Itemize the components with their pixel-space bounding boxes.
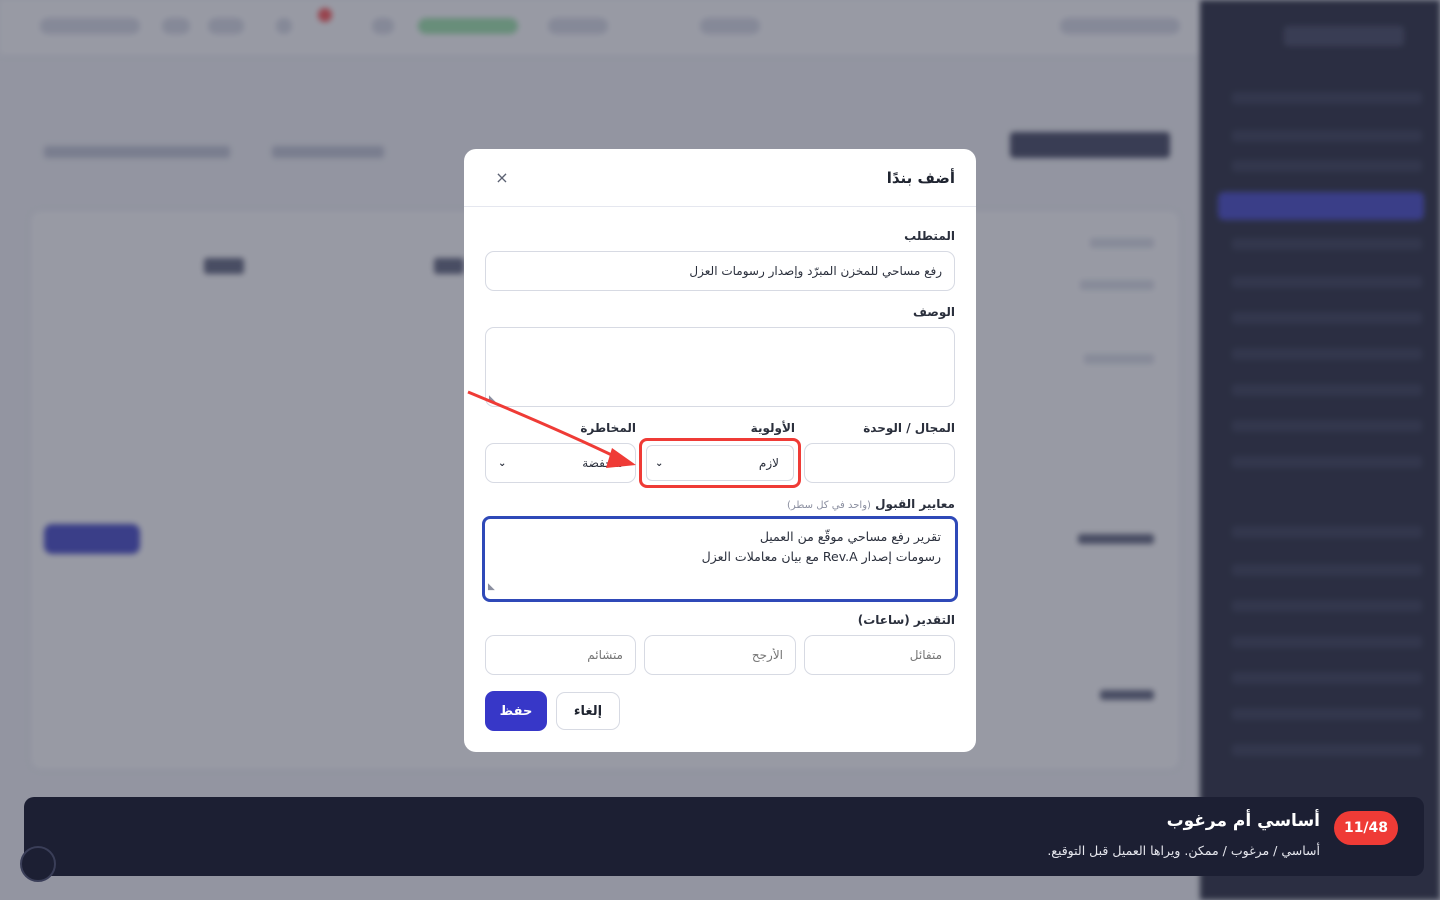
- modal-title: أضف بندًا: [886, 168, 955, 187]
- tour-bar: 11/48 أساسي أم مرغوب أساسي / مرغوب / ممك…: [24, 797, 1424, 876]
- risk-value: منخفضة: [582, 456, 623, 470]
- description-textarea[interactable]: ◢: [485, 327, 955, 407]
- modal-header: أضف بندًا ×: [464, 149, 976, 207]
- requirement-input[interactable]: رفع مساحي للمخزن المبرّد وإصدار رسومات ا…: [485, 251, 955, 291]
- acceptance-textarea[interactable]: تقرير رفع مساحي موقّع من العميل رسومات إ…: [482, 516, 958, 602]
- priority-value: لازم: [758, 456, 779, 470]
- risk-select[interactable]: منخفضة ⌄: [485, 443, 636, 483]
- acceptance-label-text: معايير القبول: [875, 497, 955, 511]
- close-icon[interactable]: ×: [492, 168, 512, 188]
- save-button[interactable]: حفظ: [485, 691, 547, 731]
- priority-select[interactable]: لازم ⌄: [646, 445, 794, 481]
- acceptance-label: معايير القبول (واحد في كل سطر): [787, 497, 955, 511]
- estimate-pessimistic-input[interactable]: [485, 635, 636, 675]
- resize-handle-icon[interactable]: ◢: [488, 577, 495, 597]
- domain-unit-input[interactable]: [804, 443, 955, 483]
- domain-unit-label: المجال / الوحدة: [863, 421, 955, 435]
- description-label: الوصف: [912, 305, 955, 319]
- estimate-optimistic-input[interactable]: [804, 635, 955, 675]
- tour-step-badge: 11/48: [1334, 811, 1398, 845]
- acceptance-line-1: تقرير رفع مساحي موقّع من العميل: [759, 529, 941, 544]
- risk-label: المخاطرة: [580, 421, 636, 435]
- acceptance-hint: (واحد في كل سطر): [787, 500, 871, 511]
- estimate-likely-input[interactable]: [644, 635, 796, 675]
- chevron-down-icon: ⌄: [498, 457, 507, 469]
- help-button[interactable]: [20, 846, 56, 882]
- chevron-down-icon: ⌄: [655, 457, 664, 469]
- requirement-label: المتطلب: [904, 229, 955, 243]
- cancel-button[interactable]: إلغاء: [556, 692, 620, 730]
- requirement-value: رفع مساحي للمخزن المبرّد وإصدار رسومات ا…: [689, 264, 942, 278]
- acceptance-line-2: رسومات إصدار Rev.A مع بيان معاملات العزل: [701, 549, 941, 564]
- priority-label: الأولوية: [750, 421, 795, 435]
- tour-description: أساسي / مرغوب / ممكن. ويراها العميل قبل …: [1047, 843, 1320, 858]
- resize-handle-icon[interactable]: ◢: [489, 394, 496, 404]
- estimate-label: التقدير (ساعات): [857, 613, 955, 627]
- tour-title: أساسي أم مرغوب: [1166, 811, 1320, 831]
- priority-select-highlight: لازم ⌄: [639, 438, 801, 488]
